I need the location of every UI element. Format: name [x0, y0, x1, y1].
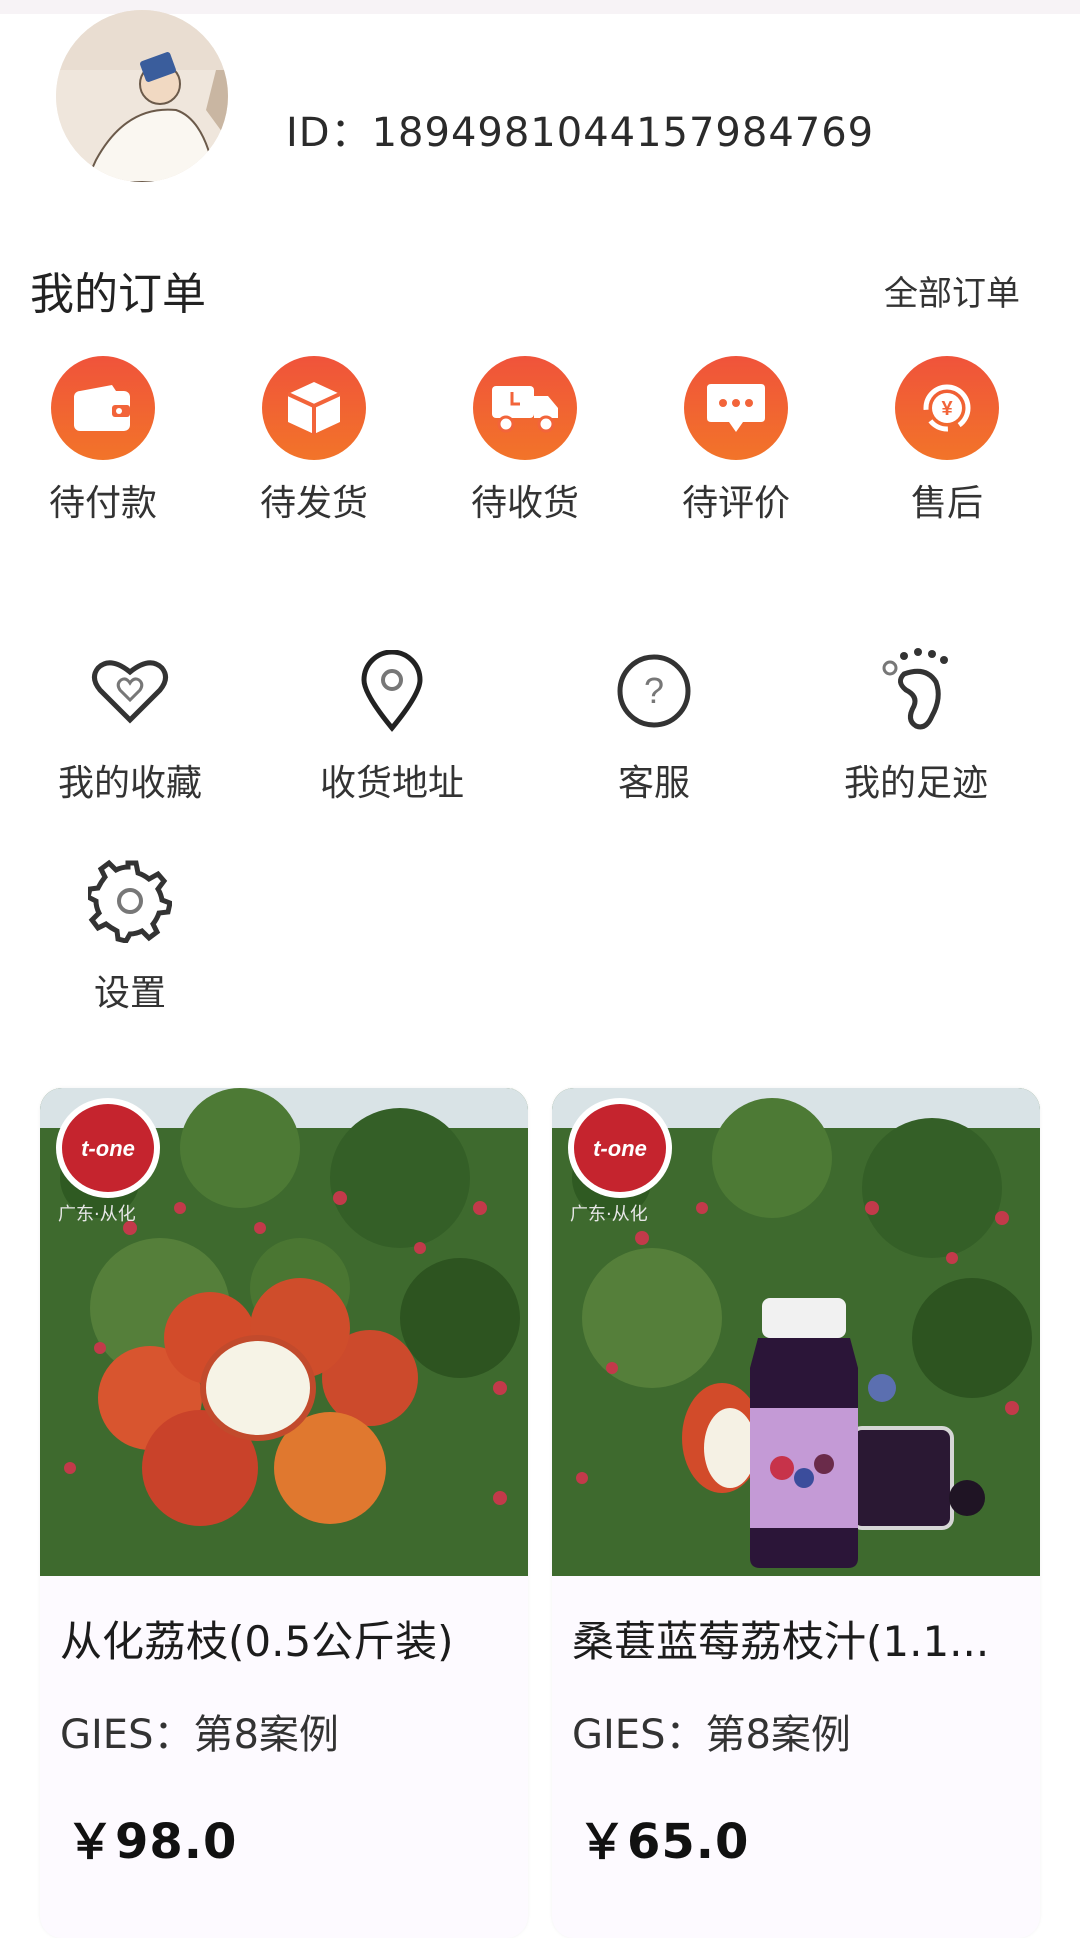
brand-logo-text: t-one	[81, 1136, 135, 1161]
order-pending-payment[interactable]: 待付款	[8, 356, 198, 526]
service-label: 设置	[93, 973, 166, 1014]
order-label: 售后	[910, 483, 983, 524]
service-address[interactable]: 收货地址	[282, 646, 502, 806]
product-case: GIES：第8案例	[60, 1712, 339, 1758]
service-customer-service[interactable]: ? 客服	[544, 646, 764, 806]
svg-text:?: ?	[644, 670, 664, 711]
box-icon	[262, 356, 366, 460]
brand-region-text: 广东·从化	[570, 1204, 648, 1225]
service-label: 我的收藏	[57, 763, 202, 804]
product-name: 从化荔枝(0.5公斤装)	[60, 1617, 454, 1666]
chat-icon	[684, 356, 788, 460]
product-price: ￥65.0	[578, 1814, 750, 1870]
order-pending-review[interactable]: 待评价	[641, 356, 831, 526]
all-orders-link[interactable]: 全部订单	[884, 266, 1020, 315]
order-after-sales[interactable]: ¥ 售后	[852, 356, 1042, 526]
order-label: 待收货	[470, 483, 579, 524]
brand-region-text: 广东·从化	[58, 1204, 136, 1225]
brand-logo-text: t-one	[593, 1136, 647, 1161]
product-price: ￥98.0	[66, 1814, 238, 1870]
avatar[interactable]	[56, 10, 228, 182]
product-card[interactable]: t-one 广东·从化 桑葚蓝莓荔枝汁(1.1... GIES：第8案例 ￥65…	[552, 1088, 1040, 1938]
product-image: t-one 广东·从化	[40, 1088, 528, 1576]
orders-title: 我的订单	[30, 269, 206, 320]
user-id: ID：1894981044157984769	[286, 110, 875, 156]
product-case: GIES：第8案例	[572, 1712, 851, 1758]
order-label: 待付款	[48, 483, 157, 524]
service-footprints[interactable]: 我的足迹	[806, 646, 1026, 806]
service-label: 客服	[617, 763, 690, 804]
order-label: 待评价	[681, 483, 790, 524]
product-image: t-one 广东·从化	[552, 1088, 1040, 1576]
service-settings[interactable]: 设置	[20, 856, 240, 1016]
footprint-icon	[871, 646, 961, 736]
wallet-icon	[51, 356, 155, 460]
product-card[interactable]: t-one 广东·从化 从化荔枝(0.5公斤装) GIES：第8案例 ￥98.0	[40, 1088, 528, 1938]
order-pending-receipt[interactable]: 待收货	[430, 356, 620, 526]
order-label: 待发货	[259, 483, 368, 524]
yen-refund-icon: ¥	[895, 356, 999, 460]
product-name: 桑葚蓝莓荔枝汁(1.1...	[572, 1617, 990, 1666]
order-pending-shipment[interactable]: 待发货	[219, 356, 409, 526]
service-label: 我的足迹	[843, 763, 988, 804]
gear-icon	[85, 856, 175, 946]
service-favorites[interactable]: 我的收藏	[20, 646, 240, 806]
heart-icon	[85, 646, 175, 736]
location-pin-icon	[347, 646, 437, 736]
service-label: 收货地址	[319, 763, 464, 804]
question-icon: ?	[609, 646, 699, 736]
truck-icon	[473, 356, 577, 460]
svg-text:¥: ¥	[941, 398, 953, 420]
